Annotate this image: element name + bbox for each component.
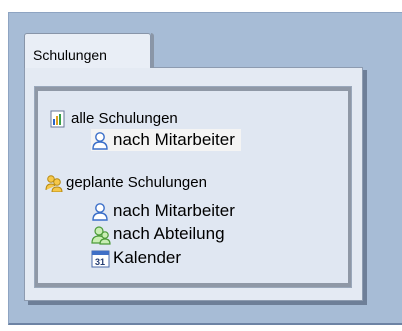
- tree-item-label: alle Schulungen: [71, 110, 178, 127]
- tree-border: [348, 87, 351, 287]
- tree-item-nach-abteilung[interactable]: nach Abteilung: [91, 223, 225, 245]
- tree-item-nach-mitarbeiter[interactable]: nach Mitarbeiter: [91, 200, 235, 222]
- panel-shadow: [363, 70, 367, 304]
- svg-text:31: 31: [95, 257, 105, 267]
- tree-item-label: nach Abteilung: [113, 224, 225, 243]
- navigation-tree: alle Schulungen nach Mitarbeiter geplant…: [34, 86, 352, 288]
- person-icon: [91, 202, 109, 221]
- tree-item-label: nach Mitarbeiter: [113, 201, 235, 220]
- tree-border: [35, 87, 38, 287]
- tree-item-geplante-schulungen[interactable]: geplante Schulungen: [44, 172, 207, 194]
- department-icon: [91, 225, 111, 245]
- tree-item-alle-schulungen[interactable]: alle Schulungen: [49, 108, 178, 130]
- tree-item-label: Kalender: [113, 248, 182, 267]
- tree-item-nach-mitarbeiter[interactable]: nach Mitarbeiter: [91, 129, 241, 151]
- calendar-icon: 31: [91, 249, 110, 268]
- tab-label: Schulungen: [33, 47, 107, 63]
- tree-item-kalender[interactable]: 31 Kalender: [91, 247, 181, 269]
- document-chart-icon: [49, 110, 67, 128]
- people-group-icon: [44, 174, 63, 193]
- tab-schulungen[interactable]: Schulungen: [24, 33, 154, 68]
- tree-item-label: nach Mitarbeiter: [113, 130, 235, 149]
- tree-item-label: geplante Schulungen: [66, 174, 207, 191]
- panel-shadow: [28, 301, 367, 305]
- person-icon: [91, 131, 109, 150]
